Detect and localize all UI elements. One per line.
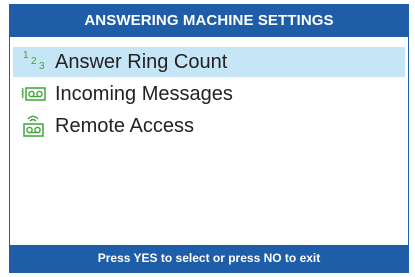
menu-item-label: Incoming Messages [55,82,233,105]
ring-digit-3: 3 [39,61,45,72]
menu-item-remote-access[interactable]: Remote Access [13,111,405,141]
ring-digit-1: 1 [23,50,29,61]
menu-item-label: Remote Access [55,114,194,137]
screen-title: ANSWERING MACHINE SETTINGS [10,5,408,37]
menu-item-label: Answer Ring Count [55,50,228,73]
incoming-messages-icon [13,79,53,109]
menu-item-incoming-messages[interactable]: Incoming Messages [13,79,405,109]
answering-machine-screen: ANSWERING MACHINE SETTINGS 1 2 3 Answer … [9,4,409,273]
settings-menu: 1 2 3 Answer Ring Count Incoming Message… [10,47,408,143]
ring-digit-2: 2 [31,56,37,67]
remote-access-icon [13,111,53,141]
menu-item-answer-ring-count[interactable]: 1 2 3 Answer Ring Count [13,47,405,77]
ring-count-icon: 1 2 3 [13,47,53,77]
footer-hint: Press YES to select or press NO to exit [10,245,408,272]
